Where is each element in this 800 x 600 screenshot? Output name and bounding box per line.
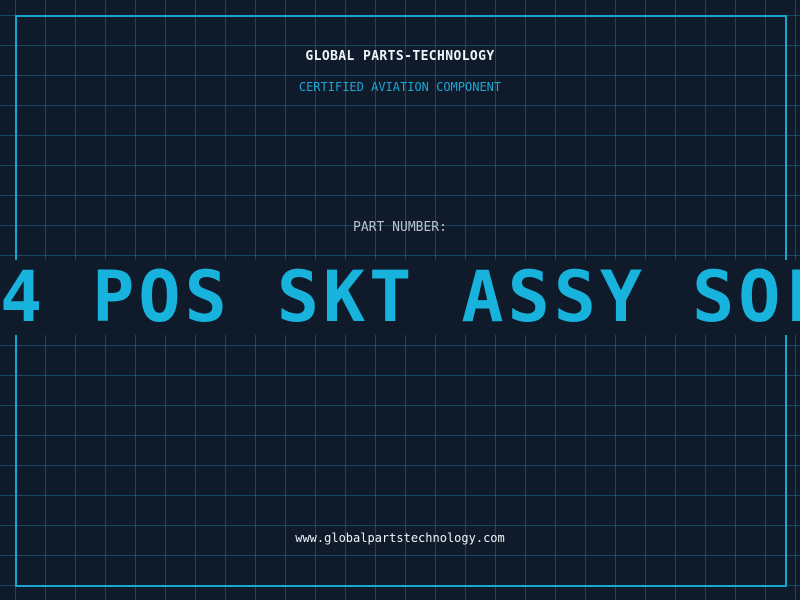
website-link[interactable]: www.globalpartstechnology.com [0, 531, 800, 545]
label-card: GLOBAL PARTS-TECHNOLOGY CERTIFIED AVIATI… [0, 0, 800, 600]
part-number-band: 4 POS SKT ASSY SOL [0, 260, 800, 335]
part-number-label: PART NUMBER: [353, 220, 447, 235]
part-number-value: 4 POS SKT ASSY SOL [0, 260, 800, 335]
company-name: GLOBAL PARTS-TECHNOLOGY [305, 49, 495, 64]
certification-tagline: CERTIFIED AVIATION COMPONENT [298, 80, 502, 94]
